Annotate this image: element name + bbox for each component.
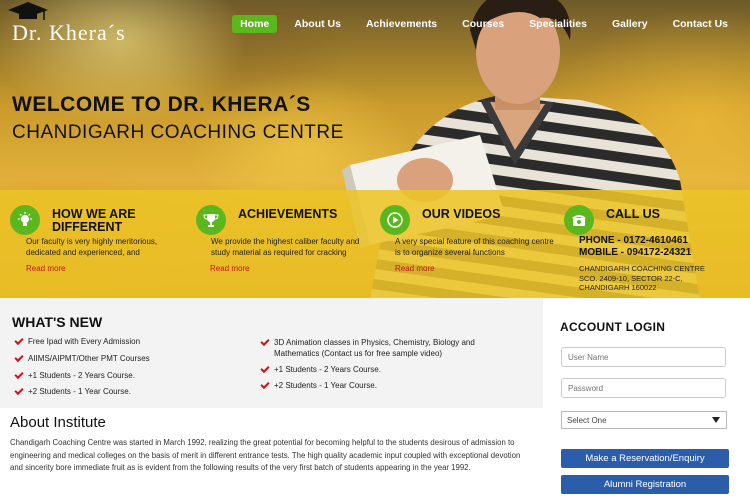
site-logo[interactable]: Dr. Khera´s [8,2,126,46]
address-line: SCO. 2409-10, SECTOR 22-C, [579,273,683,283]
about-title: About Institute [10,414,106,431]
address-line: CHANDIGARH 160022 [579,283,657,292]
feature-text: A very special feature of this coaching … [395,237,554,257]
feature-title: CALL US [606,207,660,221]
list-item: +1 Students - 2 Years Course. [260,364,381,375]
mobile-number: MOBILE - 094172-24321 [579,247,692,258]
phone-number: PHONE - 0172-4610461 [579,235,688,246]
address-line: CHANDIGARH COACHING CENTRE [579,264,705,273]
address: CHANDIGARH COACHING CENTRE SCO. 2409-10,… [579,264,705,293]
main-nav: Home About Us Achievements Courses Speci… [223,15,736,33]
graduation-cap-icon [8,2,48,20]
feature-title: OUR VIDEOS [422,207,501,221]
reservation-button[interactable]: Make a Reservation/Enquiry [561,449,729,468]
select-value: Select One [567,416,607,425]
feature-our-videos: OUR VIDEOS A very special feature of thi… [380,190,555,298]
feature-call-us: CALL US PHONE - 0172-4610461 MOBILE - 09… [564,190,744,298]
list-item: Free Ipad with Every Admission [14,336,140,347]
nav-achievements[interactable]: Achievements [358,15,445,33]
list-item: +2 Students - 1 Year Course. [260,380,377,391]
whats-new-section: WHAT'S NEW Free Ipad with Every Admissio… [0,298,543,408]
list-item: +2 Students - 1 Year Course. [14,386,131,397]
nav-about-us[interactable]: About Us [286,15,349,33]
username-field[interactable] [561,347,726,367]
list-item: 3D Animation classes in Physics, Chemist… [260,337,500,359]
feature-title-line2: DIFFERENT [52,220,123,234]
read-more-link[interactable]: Read more [26,264,66,273]
feature-achievements: ACHIEVEMENTS We provide the highest cali… [196,190,371,298]
feature-title: HOW WE ARE DIFFERENT [52,208,136,234]
lightbulb-icon [10,205,40,235]
nav-courses[interactable]: Courses [454,15,512,33]
nav-specialities[interactable]: Specialities [521,15,595,33]
feature-how-we-are-different: HOW WE ARE DIFFERENT Our faculty is very… [10,190,185,298]
nav-home[interactable]: Home [232,15,278,33]
read-more-link[interactable]: Read more [395,264,435,273]
feature-title: ACHIEVEMENTS [238,207,338,221]
trophy-icon [196,205,226,235]
phone-icon [564,205,594,235]
list-item: +1 Students - 2 Years Course. [14,370,135,381]
feature-strip: HOW WE ARE DIFFERENT Our faculty is very… [0,190,750,298]
hero-title: WELCOME TO DR. KHERA´S [12,93,311,116]
about-text: Chandigarh Coaching Centre was started i… [10,438,521,472]
list-item: AIIMS/AIPMT/Other PMT Courses [14,353,150,364]
nav-contact-us[interactable]: Contact Us [665,15,736,33]
hero-subtitle: CHANDIGARH COACHING CENTRE [12,122,344,143]
login-title: ACCOUNT LOGIN [560,320,666,334]
play-icon [380,205,410,235]
read-more-link[interactable]: Read more [210,264,250,273]
password-field[interactable] [561,378,726,398]
page: Dr. Khera´s Home About Us Achievements C… [0,0,750,500]
alumni-registration-button[interactable]: Alumni Registration [561,475,729,494]
feature-text: We provide the highest caliber faculty a… [211,237,360,257]
role-select[interactable]: Select One [561,411,727,429]
account-login-panel: ACCOUNT LOGIN Select One Make a Reservat… [543,298,750,500]
nav-gallery[interactable]: Gallery [604,15,656,33]
dropdown-arrow-icon [712,417,720,423]
feature-text: Our faculty is very highly meritorious, … [26,237,158,257]
whats-new-title: WHAT'S NEW [12,314,103,330]
